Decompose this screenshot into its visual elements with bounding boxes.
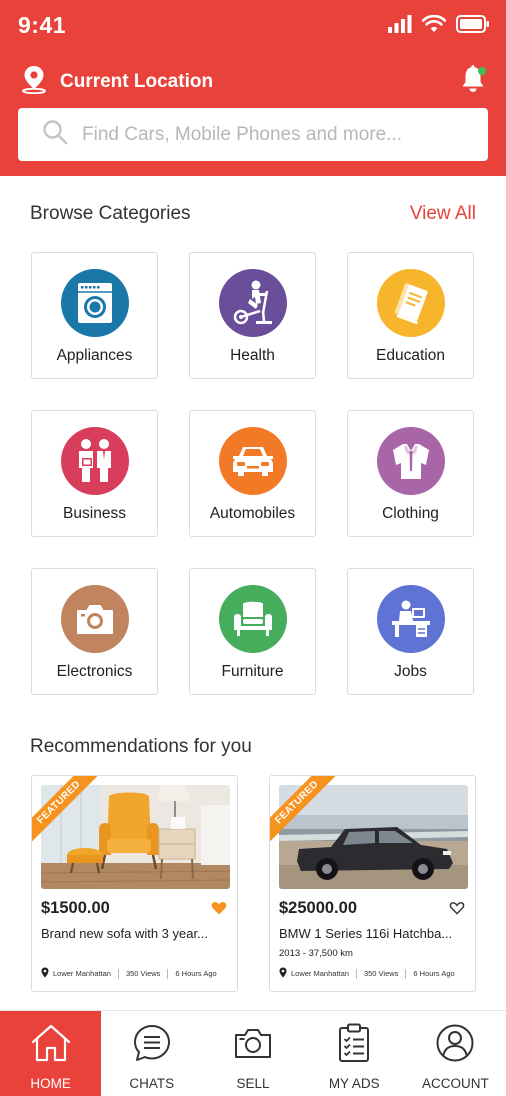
search-input[interactable] — [82, 123, 442, 146]
tab-my-ads[interactable]: MY ADS — [304, 1011, 405, 1096]
camera-icon — [233, 1023, 273, 1068]
book-icon — [376, 269, 445, 337]
category-label: Health — [230, 347, 275, 364]
category-electronics[interactable]: Electronics — [31, 568, 158, 695]
camera-icon — [60, 585, 129, 653]
tab-label: HOME — [30, 1076, 71, 1091]
location-pin-icon — [279, 967, 287, 980]
listing-views: 350 Views — [363, 969, 399, 978]
divider — [117, 968, 119, 979]
business-people-icon — [60, 427, 129, 495]
divider — [167, 968, 169, 979]
search-icon — [42, 119, 68, 150]
tab-account[interactable]: ACCOUNT — [405, 1011, 506, 1096]
listing-title: BMW 1 Series 116i Hatchba... — [279, 926, 453, 941]
favorite-heart-icon[interactable] — [449, 901, 465, 920]
category-label: Appliances — [56, 347, 133, 364]
listing-views: 350 Views — [125, 969, 161, 978]
listing-title: Brand new sofa with 3 year... — [41, 926, 208, 941]
suit-icon — [376, 427, 445, 495]
listing-posted-time: 6 Hours Ago — [413, 969, 455, 978]
category-health[interactable]: Health — [189, 252, 316, 379]
category-label: Jobs — [394, 663, 427, 680]
desk-worker-icon — [376, 585, 445, 653]
tab-label: ACCOUNT — [422, 1076, 489, 1091]
tab-home[interactable]: HOME — [0, 1011, 102, 1096]
signal-icon — [388, 15, 412, 38]
category-business[interactable]: Business — [31, 410, 158, 537]
featured-ribbon: FEATURED — [32, 776, 112, 856]
category-education[interactable]: Education — [347, 252, 474, 379]
current-location[interactable]: Current Location — [20, 64, 213, 99]
category-grid: Appliances Health Education Business Aut… — [31, 252, 474, 695]
clipboard-icon — [334, 1023, 374, 1068]
car-icon — [218, 427, 287, 495]
divider — [405, 968, 407, 979]
listing-price: $25000.00 — [279, 899, 357, 917]
battery-icon — [456, 15, 490, 38]
listing-subtitle: 2013 - 37,500 km — [279, 948, 353, 959]
featured-ribbon: FEATURED — [270, 776, 350, 856]
status-bar: 9:41 — [0, 0, 506, 52]
user-icon — [435, 1023, 475, 1068]
wifi-icon — [421, 14, 447, 38]
bottom-tab-bar: HOME CHATS SELL MY ADS ACCOUNT — [0, 1010, 506, 1096]
tab-label: SELL — [236, 1076, 270, 1091]
listing-price: $1500.00 — [41, 899, 110, 917]
divider — [355, 968, 357, 979]
tab-label: CHATS — [129, 1076, 175, 1091]
category-clothing[interactable]: Clothing — [347, 410, 474, 537]
location-pin-icon — [41, 967, 49, 980]
exercise-bike-icon — [218, 269, 287, 337]
recommendation-card[interactable]: FEATURED $1500.00 Brand new sofa with 3 … — [31, 775, 238, 992]
category-automobiles[interactable]: Automobiles — [189, 410, 316, 537]
location-label: Current Location — [60, 70, 214, 92]
category-label: Clothing — [382, 505, 439, 522]
status-icons — [388, 14, 490, 38]
app-header: 9:41 Current Location — [0, 0, 506, 176]
bell-icon — [460, 65, 488, 98]
recommendations-list: FEATURED $1500.00 Brand new sofa with 3 … — [31, 775, 476, 992]
status-time: 9:41 — [18, 12, 67, 38]
recommendations-title: Recommendations for you — [30, 736, 252, 757]
tab-sell[interactable]: SELL — [202, 1011, 303, 1096]
featured-badge: FEATURED — [270, 776, 342, 848]
category-label: Electronics — [56, 663, 133, 680]
category-label: Automobiles — [209, 505, 296, 522]
category-label: Furniture — [221, 663, 284, 680]
recommendation-card[interactable]: FEATURED $25000.00 BMW 1 Series 116i Hat… — [269, 775, 476, 992]
location-pin-icon — [20, 64, 48, 99]
listing-location: Lower Manhattan — [291, 969, 349, 978]
search-bar[interactable] — [18, 108, 488, 161]
listing-location: Lower Manhattan — [53, 969, 111, 978]
category-jobs[interactable]: Jobs — [347, 568, 474, 695]
tab-label: MY ADS — [328, 1076, 380, 1091]
category-label: Education — [376, 347, 445, 364]
browse-categories-title: Browse Categories — [30, 203, 191, 224]
chat-icon — [132, 1023, 172, 1068]
washing-machine-icon — [60, 269, 129, 337]
category-furniture[interactable]: Furniture — [189, 568, 316, 695]
featured-badge: FEATURED — [32, 776, 104, 848]
tab-chats[interactable]: CHATS — [101, 1011, 202, 1096]
listing-meta: Lower Manhattan 350 Views 6 Hours Ago — [279, 967, 455, 980]
notifications-button[interactable] — [460, 64, 488, 99]
view-all-link[interactable]: View All — [410, 203, 476, 225]
listing-posted-time: 6 Hours Ago — [175, 969, 217, 978]
category-label: Business — [63, 505, 126, 522]
favorite-heart-icon[interactable] — [211, 901, 227, 920]
listing-meta: Lower Manhattan 350 Views 6 Hours Ago — [41, 967, 217, 980]
home-icon — [30, 1023, 72, 1068]
armchair-icon — [218, 585, 287, 653]
category-appliances[interactable]: Appliances — [31, 252, 158, 379]
